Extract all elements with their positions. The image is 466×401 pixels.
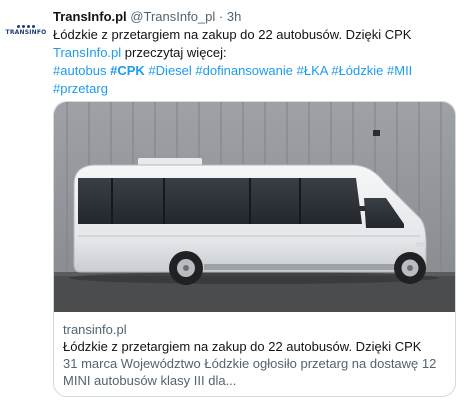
card-text: transinfo.pl Łódzkie z przetargiem na za… [63, 321, 447, 389]
link-preview-card[interactable]: transinfo.pl Łódzkie z przetargiem na za… [53, 101, 456, 397]
tweet-header: TransInfo.pl @TransInfo_pl · 3h [53, 8, 461, 25]
tweet-link[interactable]: TransInfo.pl [53, 45, 121, 60]
hashtag-line: #przetarg [53, 80, 461, 98]
card-image[interactable] [54, 102, 455, 312]
avatar-logo-text: TRANSINFO [5, 28, 47, 36]
card-description: 31 marca Województwo Łódzkie ogłosiło pr… [63, 356, 437, 388]
hashtag[interactable]: #Łódzkie [331, 63, 383, 78]
card-title: Łódzkie z przetargiem na zakup do 22 aut… [63, 339, 422, 354]
logo-dots [17, 24, 35, 28]
tweet-timestamp[interactable]: 3h [227, 9, 241, 24]
tweet: TransInfo.pl @TransInfo_pl · 3h Łódzkie … [53, 8, 461, 98]
hashtag[interactable]: #CPK [110, 63, 145, 78]
hashtag[interactable]: #Diesel [148, 63, 191, 78]
hashtag[interactable]: #dofinansowanie [195, 63, 293, 78]
card-domain: transinfo.pl [63, 322, 127, 337]
tweet-text-rest: przeczytaj więcej: [121, 45, 227, 60]
hashtag[interactable]: #przetarg [53, 81, 108, 96]
avatar[interactable]: TRANSINFO [6, 10, 46, 50]
hashtag[interactable]: #ŁKA [297, 63, 328, 78]
hashtag[interactable]: #autobus [53, 63, 107, 78]
tweet-text: Łódzkie z przetargiem na zakup do 22 aut… [53, 26, 461, 98]
hashtag[interactable]: #MII [387, 63, 412, 78]
tweet-text-line-2: TransInfo.pl przeczytaj więcej: [53, 44, 461, 62]
author-handle[interactable]: @TransInfo_pl [130, 9, 215, 24]
hashtag-line: #autobus #CPK #Diesel #dofinansowanie #Ł… [53, 62, 461, 80]
author-display-name[interactable]: TransInfo.pl [53, 9, 127, 24]
header-separator: · [218, 9, 224, 24]
tweet-text-line-1: Łódzkie z przetargiem na zakup do 22 aut… [53, 27, 412, 42]
